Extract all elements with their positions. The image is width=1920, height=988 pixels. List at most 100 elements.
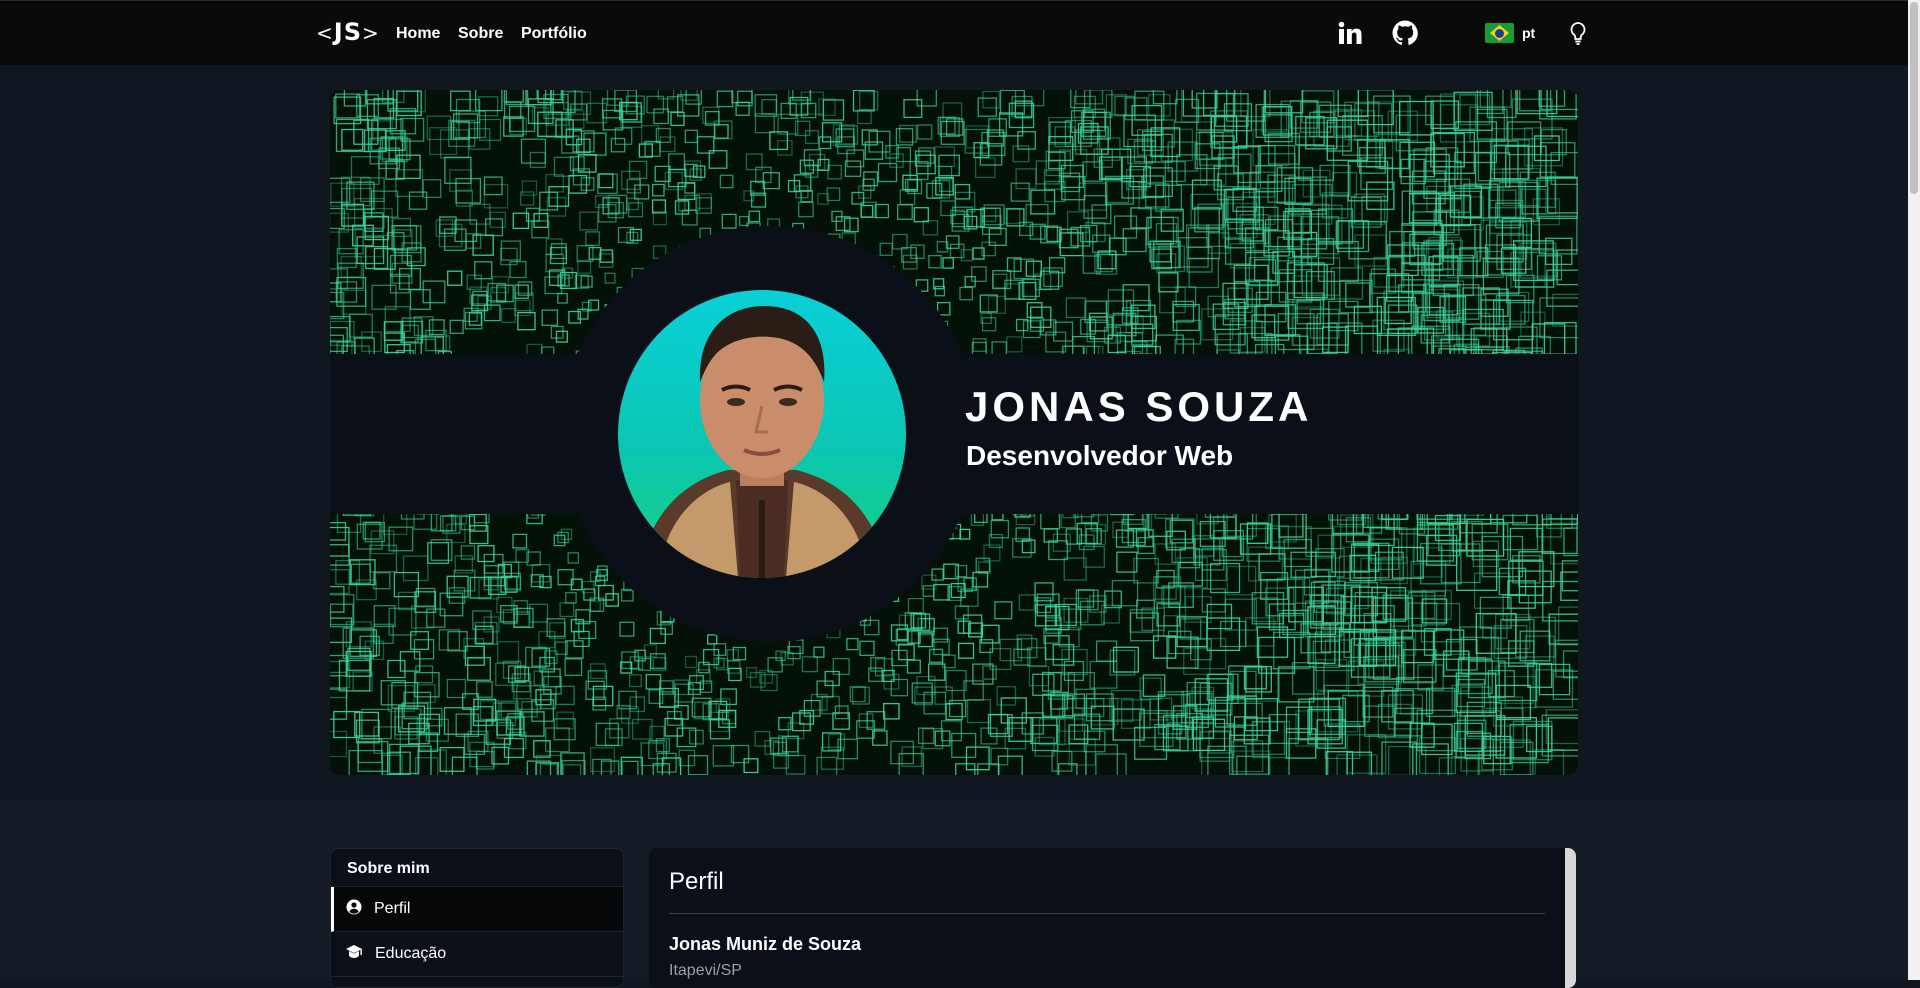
- hero-name: JONAS SOUZA: [965, 383, 1313, 430]
- grid-cell: [561, 759, 586, 775]
- grid-cell: [483, 304, 501, 322]
- grid-cell: [343, 90, 367, 107]
- grid-cell: [712, 745, 735, 767]
- grid-cell: [359, 177, 385, 203]
- grid-cell: [1105, 94, 1128, 116]
- grid-cell: [1262, 106, 1293, 136]
- language-switcher[interactable]: pt: [1485, 23, 1535, 43]
- grid-cell: [1345, 517, 1372, 543]
- grid-cell: [1176, 319, 1202, 345]
- grid-cell: [959, 528, 971, 540]
- grid-cell: [553, 534, 566, 547]
- top-navbar: <JS> Home Sobre Portfólio pt: [0, 0, 1908, 65]
- grid-cell: [418, 732, 439, 753]
- grid-cell: [898, 643, 915, 661]
- grid-cell: [719, 174, 734, 189]
- grid-cell: [1043, 528, 1058, 543]
- grid-cell: [1258, 553, 1286, 581]
- grid-cell: [728, 667, 742, 682]
- nav-home-link[interactable]: Home: [396, 25, 440, 43]
- grid-cell: [928, 254, 942, 269]
- grid-cell: [597, 173, 618, 195]
- grid-cell: [620, 756, 643, 775]
- grid-cell: [1188, 257, 1220, 289]
- grid-cell: [1350, 196, 1382, 228]
- grid-cell: [1006, 336, 1023, 353]
- grid-cell: [467, 656, 491, 681]
- grid-cell: [366, 90, 394, 105]
- grid-cell: [1278, 666, 1315, 703]
- grid-cell: [387, 659, 406, 679]
- grid-cell: [844, 160, 862, 177]
- grid-cell: [610, 137, 626, 153]
- grid-cell: [922, 220, 939, 236]
- grid-cell: [1107, 334, 1127, 354]
- sidebar-item-perfil[interactable]: Perfil: [331, 887, 623, 932]
- page-scrollbar-thumb[interactable]: [1910, 2, 1918, 194]
- grid-cell: [1533, 135, 1560, 162]
- grid-cell: [1008, 102, 1035, 129]
- nav-sobre-link[interactable]: Sobre: [458, 25, 503, 43]
- grid-cell: [1477, 140, 1519, 182]
- grid-cell: [340, 256, 362, 278]
- grid-cell: [971, 266, 987, 282]
- grid-cell: [903, 99, 923, 119]
- grid-cell: [821, 695, 840, 715]
- grid-cell: [997, 755, 1023, 775]
- grid-cell: [1493, 144, 1529, 180]
- grid-cell: [922, 585, 935, 597]
- grid-cell: [634, 184, 650, 200]
- nav-portfolio-link[interactable]: Portfólio: [521, 25, 587, 43]
- grid-cell: [422, 280, 446, 304]
- grid-cell: [469, 525, 489, 545]
- grid-cell: [917, 727, 935, 745]
- grid-cell: [804, 130, 819, 145]
- grid-cell: [813, 646, 825, 658]
- hero-role: Desenvolvedor Web: [966, 440, 1234, 471]
- grid-cell: [415, 665, 434, 684]
- panel-scrollbar[interactable]: [1565, 848, 1576, 988]
- grid-cell: [580, 275, 593, 288]
- grid-cell: [1558, 606, 1578, 646]
- grid-cell: [449, 319, 464, 334]
- grid-cell: [1111, 579, 1139, 607]
- sidebar-title: Sobre mim: [331, 849, 623, 887]
- grid-cell: [1339, 279, 1373, 314]
- grid-cell: [579, 211, 599, 231]
- grid-cell: [567, 552, 580, 564]
- grid-cell: [896, 628, 909, 641]
- grid-cell: [361, 331, 382, 353]
- grid-cell: [448, 119, 476, 147]
- grid-cell: [428, 319, 445, 336]
- grid-cell: [1040, 225, 1059, 244]
- panel-title: Perfil: [669, 868, 724, 895]
- grid-cell: [410, 631, 430, 650]
- grid-cell: [649, 627, 666, 645]
- sidebar-item-educacao[interactable]: Educação: [331, 932, 623, 977]
- grid-cell: [452, 113, 479, 139]
- grid-cell: [1160, 208, 1184, 232]
- grid-cell: [1025, 203, 1049, 228]
- grid-cell: [476, 681, 493, 698]
- grid-cell: [1208, 730, 1232, 754]
- grid-cell: [1258, 636, 1296, 674]
- grid-cell: [645, 674, 662, 690]
- grid-cell: [336, 247, 357, 269]
- site-logo[interactable]: <JS>: [316, 18, 380, 46]
- grid-cell: [816, 756, 838, 775]
- linkedin-icon[interactable]: [1338, 21, 1362, 50]
- grid-cell: [818, 98, 836, 116]
- grid-cell: [371, 118, 404, 151]
- grid-cell: [1156, 253, 1177, 274]
- github-icon[interactable]: [1392, 20, 1418, 51]
- grid-cell: [1317, 534, 1342, 559]
- grid-cell: [1236, 755, 1270, 775]
- lightbulb-icon[interactable]: [1569, 21, 1587, 50]
- grid-cell: [657, 90, 675, 100]
- grid-cell: [1521, 179, 1557, 215]
- grid-cell: [994, 601, 1013, 620]
- grid-cell: [380, 680, 407, 706]
- grid-cell: [546, 197, 567, 217]
- grid-cell: [916, 90, 937, 107]
- grid-cell: [1041, 671, 1062, 692]
